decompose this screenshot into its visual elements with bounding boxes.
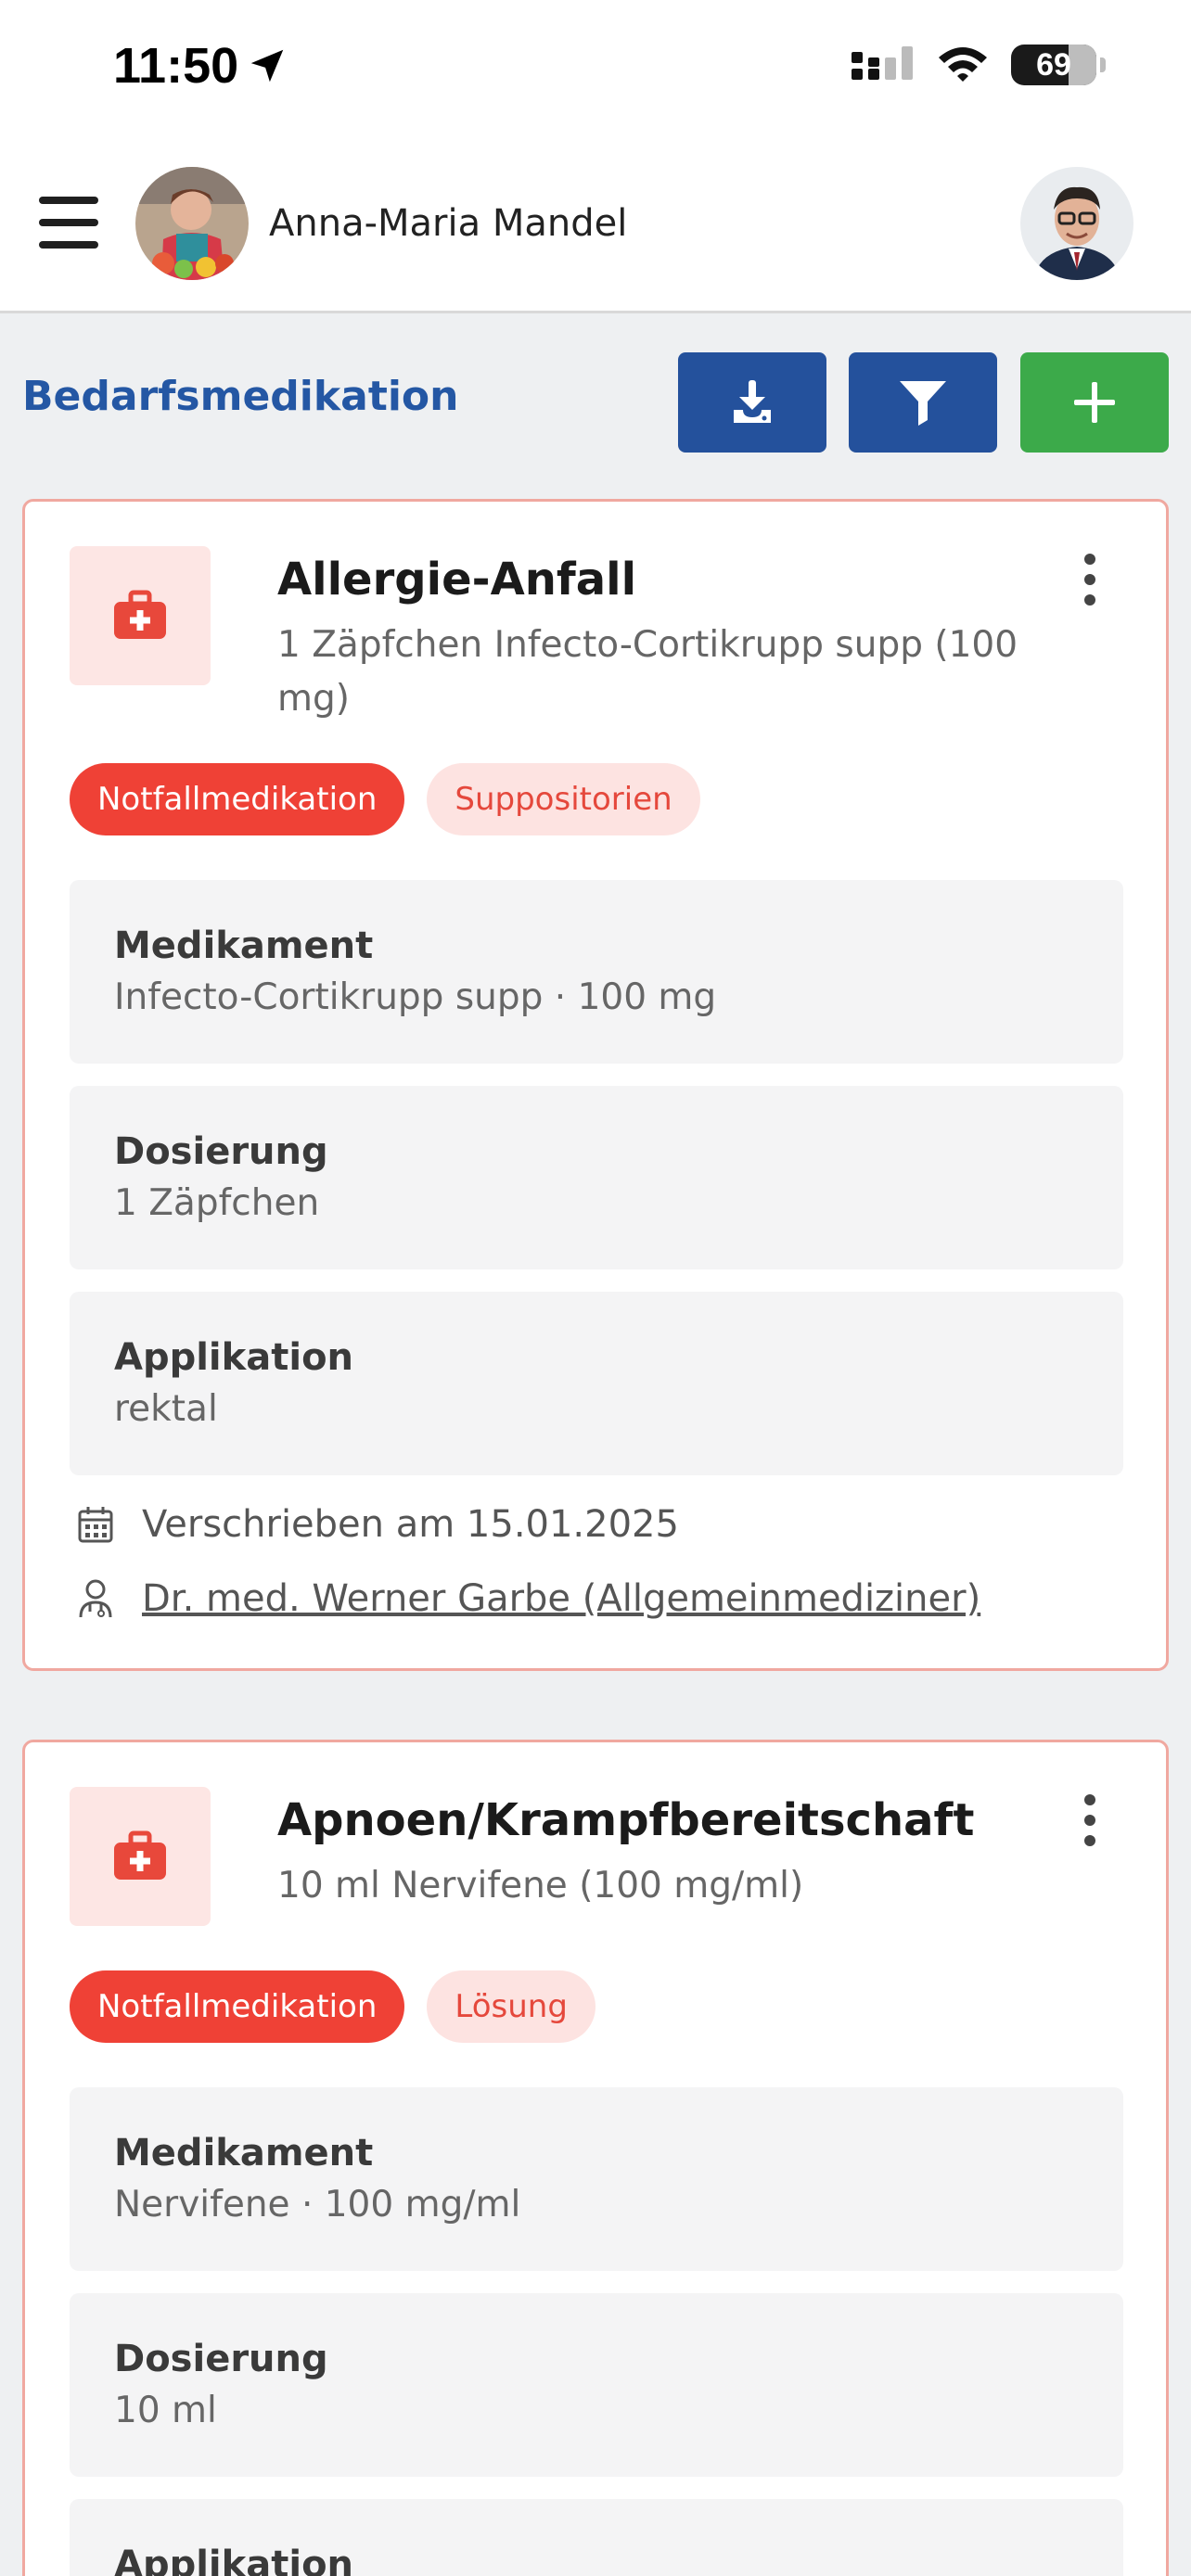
more-options-icon[interactable]: [1081, 554, 1099, 606]
emergency-tag: Notfallmedikation: [70, 1970, 405, 2043]
field-label: Medikament: [114, 2132, 374, 2174]
card-title: Allergie-Anfall: [277, 554, 637, 606]
hamburger-menu-icon[interactable]: [39, 197, 98, 249]
medication-field: Medikament Infecto-Cortikrupp supp · 100…: [70, 880, 1123, 1064]
status-bar: 11:50 69: [0, 0, 1191, 139]
field-value: 1 Zäpfchen: [114, 1182, 320, 1224]
app-header: Anna-Maria Mandel: [0, 139, 1191, 313]
download-icon: [734, 380, 771, 423]
status-indicators: 69: [850, 45, 1106, 85]
tag-list: Notfallmedikation Suppositorien: [70, 763, 700, 835]
battery-icon: 69: [1011, 45, 1096, 85]
card-title: Apnoen/Krampfbereitschaft: [277, 1794, 975, 1846]
prescribing-doctor[interactable]: Dr. med. Werner Garbe (Allgemeinmedizine…: [77, 1577, 980, 1620]
card-subtitle: 10 ml Nervifene (100 mg/ml): [277, 1865, 804, 1906]
add-button[interactable]: [1020, 352, 1169, 453]
doctor-icon: [79, 1579, 112, 1618]
doctor-link[interactable]: Dr. med. Werner Garbe (Allgemeinmedizine…: [142, 1577, 980, 1620]
patient-avatar[interactable]: [135, 167, 249, 280]
emergency-tag: Notfallmedikation: [70, 763, 405, 835]
field-value: 10 ml: [114, 2390, 217, 2431]
plus-icon: [1074, 382, 1115, 423]
medication-field: Medikament Nervifene · 100 mg/ml: [70, 2087, 1123, 2271]
field-label: Applikation: [114, 1336, 354, 1379]
field-value: Nervifene · 100 mg/ml: [114, 2184, 521, 2225]
field-label: Dosierung: [114, 2338, 328, 2380]
medication-card[interactable]: Allergie-Anfall 1 Zäpfchen Infecto-Corti…: [22, 499, 1169, 1671]
field-label: Applikation: [114, 2544, 354, 2576]
field-value: rektal: [114, 1388, 218, 1430]
user-avatar[interactable]: [1020, 167, 1133, 280]
medication-card[interactable]: Apnoen/Krampfbereitschaft 10 ml Nervifen…: [22, 1740, 1169, 2576]
dosage-field: Dosierung 10 ml: [70, 2293, 1123, 2477]
tag-list: Notfallmedikation Lösung: [70, 1970, 596, 2043]
application-field: Applikation rektal: [70, 1292, 1123, 1475]
prescribed-date: Verschrieben am 15.01.2025: [77, 1503, 679, 1546]
field-label: Dosierung: [114, 1130, 328, 1173]
dosage-field: Dosierung 1 Zäpfchen: [70, 1086, 1123, 1269]
filter-button[interactable]: [849, 352, 997, 453]
location-arrow-icon: [250, 49, 284, 83]
form-tag: Lösung: [427, 1970, 596, 2043]
page-title: Bedarfsmedikation: [22, 373, 459, 420]
filter-icon: [900, 381, 946, 426]
wifi-icon: [939, 47, 987, 82]
cellular-signal-icon: [852, 46, 913, 80]
field-value: Infecto-Cortikrupp supp · 100 mg: [114, 976, 717, 1018]
more-options-icon[interactable]: [1081, 1794, 1099, 1846]
download-button[interactable]: [678, 352, 826, 453]
form-tag: Suppositorien: [427, 763, 700, 835]
application-field: Applikation: [70, 2499, 1123, 2576]
status-time: 11:50: [113, 37, 288, 95]
calendar-icon: [78, 1507, 113, 1543]
medical-kit-icon: [70, 546, 211, 685]
patient-name[interactable]: Anna-Maria Mandel: [269, 202, 627, 245]
field-label: Medikament: [114, 925, 374, 967]
medical-kit-icon: [70, 1787, 211, 1926]
card-subtitle: 1 Zäpfchen Infecto-Cortikrupp supp (100 …: [277, 624, 1018, 720]
